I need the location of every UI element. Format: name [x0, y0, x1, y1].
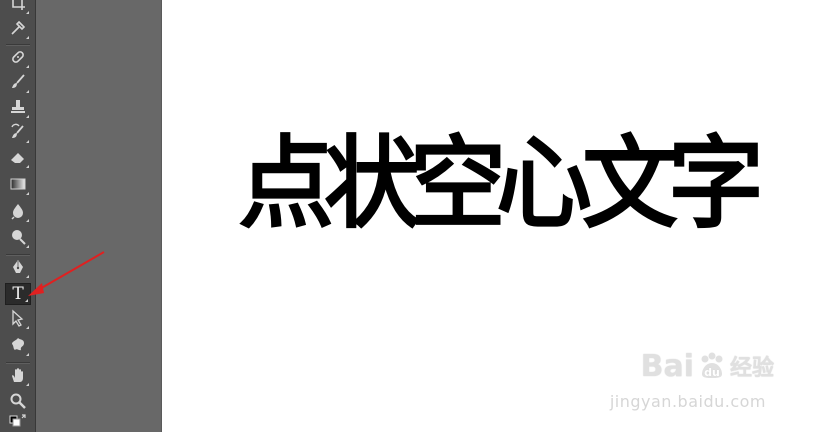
canvas-headline-text: 点 状 空 心 文 字 — [238, 109, 778, 258]
hand-icon — [9, 366, 27, 388]
healing-brush-tool[interactable] — [5, 48, 31, 70]
photoshop-window: T 点 状 空 心 文 字 Bai du 经验 jingyan.baidu.co… — [0, 0, 814, 432]
watermark-site: jingyan.baidu.com — [609, 392, 766, 411]
history-brush-tool[interactable] — [5, 123, 31, 145]
clone-stamp-icon — [9, 98, 27, 120]
blur-tool[interactable] — [5, 202, 31, 224]
pen-icon — [9, 258, 27, 280]
type-tool-icon: T — [12, 283, 24, 304]
crop-tool[interactable] — [5, 0, 31, 16]
headline-char: 字 — [668, 125, 774, 243]
workspace-background — [36, 0, 162, 432]
path-selection-tool[interactable] — [5, 309, 31, 331]
svg-text:du: du — [704, 366, 720, 379]
healing-brush-icon — [9, 48, 27, 70]
clone-stamp-tool[interactable] — [5, 98, 31, 120]
gradient-icon — [9, 175, 27, 197]
baidu-jingyan-watermark: Bai du 经验 jingyan.baidu.com — [610, 346, 774, 416]
eraser-tool[interactable] — [5, 148, 31, 170]
type-tool[interactable]: T — [5, 283, 31, 305]
history-brush-icon — [9, 123, 27, 145]
headline-char: 文 — [582, 125, 688, 243]
eyedropper-tool[interactable] — [5, 19, 31, 41]
zoom-icon — [9, 392, 27, 414]
baidu-logo: Bai du 经验 — [641, 346, 774, 386]
headline-char: 心 — [496, 125, 602, 243]
blur-icon — [9, 202, 27, 224]
gradient-tool[interactable] — [5, 175, 31, 197]
brush-icon — [9, 73, 27, 95]
eraser-icon — [9, 148, 27, 170]
eyedropper-icon — [9, 19, 27, 41]
custom-shape-icon — [9, 336, 27, 358]
headline-char: 点 — [238, 125, 344, 243]
brush-tool[interactable] — [5, 73, 31, 95]
color-swatches-icon — [9, 412, 27, 432]
paw-icon: du — [696, 350, 728, 382]
watermark-brand-tail: 经验 — [729, 356, 774, 381]
dodge-tool[interactable] — [5, 228, 31, 250]
custom-shape-tool[interactable] — [5, 336, 31, 358]
color-swatches[interactable] — [5, 414, 31, 432]
watermark-brand: Bai — [640, 348, 694, 384]
headline-char: 状 — [324, 125, 430, 243]
path-selection-icon — [9, 309, 27, 331]
pen-tool[interactable] — [5, 258, 31, 280]
dodge-icon — [9, 228, 27, 250]
zoom-tool[interactable] — [5, 392, 31, 414]
headline-char: 空 — [410, 125, 516, 243]
hand-tool[interactable] — [5, 366, 31, 388]
tools-panel: T — [0, 0, 36, 432]
crop-icon — [9, 0, 27, 16]
